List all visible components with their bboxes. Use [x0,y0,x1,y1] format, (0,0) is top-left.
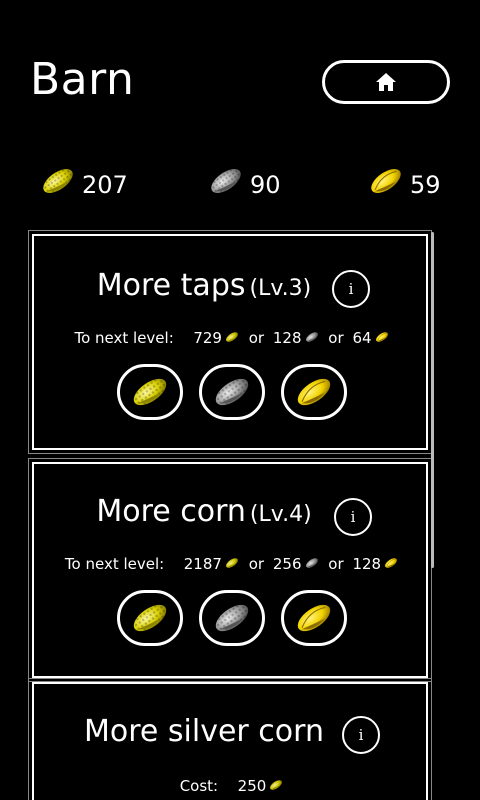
buy-with-gold-button[interactable] [117,364,183,420]
gold-corn-balance: 207 [38,156,128,206]
info-icon: i [348,280,354,298]
yellow-corn-icon [383,555,399,571]
silver-corn-icon [304,555,320,571]
yellow-corn-icon [366,161,406,201]
yellow-corn-icon [374,329,390,345]
gold-corn-icon [128,370,172,414]
info-button[interactable]: i [334,498,372,536]
silver-corn-icon [210,370,254,414]
upgrade-title-text: More silver corn [84,714,324,749]
home-button[interactable] [322,60,450,104]
upgrade-card-more-corn: More corn (Lv.4) i To next level: 2187 or… [28,458,432,682]
cost-label: To next level: [64,555,165,573]
gold-corn-icon [224,329,240,345]
buy-with-yellow-button[interactable] [281,590,347,646]
cost-label: Cost: [179,777,219,795]
upgrade-title-text: More taps [96,268,246,303]
info-icon: i [350,508,356,526]
silver-corn-balance: 90 [206,156,281,206]
upgrade-level: (Lv.4) [249,502,312,527]
upgrade-title: More silver corn [34,712,374,752]
buy-with-yellow-button[interactable] [281,364,347,420]
cost-label: To next level: [74,329,174,347]
silver-cost: 256 [272,555,302,573]
home-icon [376,73,396,91]
info-icon: i [358,726,364,744]
silver-corn-icon [304,329,320,345]
upgrade-card-more-silver-corn: More silver corn i Cost: 250 [28,678,432,800]
buy-with-gold-button[interactable] [117,590,183,646]
yellow-cost: 64 [352,329,372,347]
or-label: or [328,329,344,347]
yellow-corn-icon [292,596,336,640]
silver-corn-icon [210,596,254,640]
currency-bar: 207 90 59 [0,156,480,206]
upgrade-list[interactable]: More taps (Lv.3) i To next level: 729 or … [28,228,436,800]
page-title: Barn [30,54,135,105]
scrollbar[interactable] [431,232,434,568]
upgrade-level: (Lv.3) [249,276,312,301]
next-level-cost: To next level: 729 or 128 or 64 [34,328,430,348]
info-button[interactable]: i [332,270,370,308]
next-level-cost: To next level: 2187 or 256 or 128 [34,554,430,574]
buy-options [34,364,430,420]
or-label: or [328,555,344,573]
gold-cost: 729 [193,329,222,347]
upgrade-title: More taps (Lv.3) [34,266,374,309]
buy-with-silver-button[interactable] [199,364,265,420]
upgrade-card-more-taps: More taps (Lv.3) i To next level: 729 or … [28,230,432,454]
gold-corn-icon [224,555,240,571]
silver-corn-amount: 90 [250,171,281,199]
gold-cost: 2187 [183,555,222,573]
silver-corn-icon [206,161,246,201]
yellow-corn-balance: 59 [366,156,441,206]
yellow-corn-icon [292,370,336,414]
buy-options [34,590,430,646]
gold-corn-amount: 207 [82,171,128,199]
upgrade-title-text: More corn [96,494,246,529]
yellow-cost: 128 [352,555,382,573]
upgrade-title: More corn (Lv.4) [34,492,374,535]
gold-corn-icon [128,596,172,640]
yellow-corn-amount: 59 [410,171,441,199]
gold-corn-icon [268,777,284,793]
info-button[interactable]: i [342,716,380,754]
or-label: or [248,555,265,573]
buy-with-silver-button[interactable] [199,590,265,646]
cost-row: Cost: 250 [34,776,430,796]
gold-corn-icon [38,161,78,201]
gold-cost: 250 [237,777,267,795]
or-label: or [248,329,265,347]
silver-cost: 128 [272,329,302,347]
